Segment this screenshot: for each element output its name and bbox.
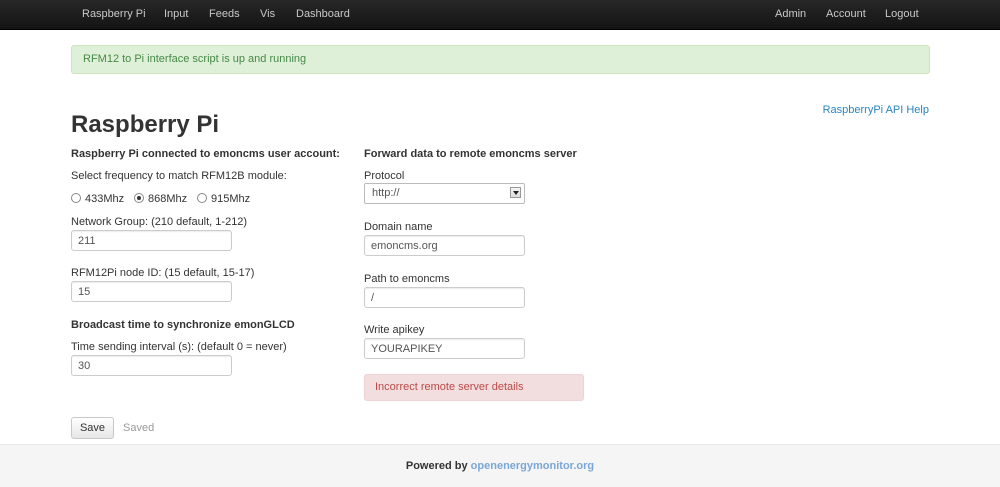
radio-label: 915Mhz: [211, 193, 251, 205]
radio-915mhz[interactable]: 915Mhz: [197, 193, 250, 205]
radio-button-checked[interactable]: [134, 193, 144, 204]
domain-label: Domain name: [364, 221, 433, 233]
apikey-label: Write apikey: [364, 324, 425, 336]
nav-input[interactable]: Input: [164, 0, 188, 29]
radio-label: 868Mhz: [148, 193, 188, 205]
chevron-down-icon[interactable]: [510, 187, 521, 198]
broadcast-section-title: Broadcast time to synchronize emonGLCD: [71, 319, 295, 331]
network-group-label: Network Group: (210 default, 1-212): [71, 216, 248, 228]
node-id-input[interactable]: [71, 281, 232, 302]
apikey-input[interactable]: [364, 338, 525, 359]
nav-feeds[interactable]: Feeds: [209, 0, 240, 29]
radio-button[interactable]: [197, 193, 207, 204]
nav-vis[interactable]: Vis: [260, 0, 275, 29]
interval-label: Time sending interval (s): (default 0 = …: [71, 341, 287, 353]
top-navbar: Raspberry Pi Input Feeds Vis Dashboard A…: [0, 0, 1000, 30]
protocol-selected-value: http://: [372, 187, 400, 199]
page-title: Raspberry Pi: [71, 111, 220, 138]
radio-433mhz[interactable]: 433Mhz: [71, 193, 124, 205]
nav-dashboard[interactable]: Dashboard: [296, 0, 350, 29]
path-input[interactable]: [364, 287, 525, 308]
footer-link[interactable]: openenergymonitor.org: [471, 460, 594, 472]
radio-868mhz[interactable]: 868Mhz: [134, 193, 187, 205]
api-help-link[interactable]: RaspberryPi API Help: [823, 104, 929, 116]
nav-raspberry-pi[interactable]: Raspberry Pi: [82, 0, 146, 29]
footer-prefix: Powered by: [405, 460, 468, 472]
interval-input[interactable]: [71, 355, 232, 376]
footer: Powered by openenergymonitor.org: [0, 444, 1000, 487]
protocol-label: Protocol: [364, 170, 405, 182]
nav-admin[interactable]: Admin: [775, 0, 806, 29]
nav-logout[interactable]: Logout: [885, 0, 919, 29]
server-error-alert: Incorrect remote server details: [364, 374, 584, 401]
protocol-select[interactable]: http://: [364, 183, 525, 204]
frequency-label: Select frequency to match RFM12B module:: [71, 170, 287, 182]
radio-button[interactable]: [71, 193, 81, 204]
status-alert: RFM12 to Pi interface script is up and r…: [71, 45, 930, 74]
forward-section-title: Forward data to remote emoncms server: [364, 148, 577, 160]
rfm-section-title: Raspberry Pi connected to emoncms user a…: [71, 148, 340, 160]
saved-status: Saved: [123, 422, 155, 434]
save-button[interactable]: Save: [71, 417, 114, 439]
domain-input[interactable]: [364, 235, 525, 256]
nav-account[interactable]: Account: [826, 0, 866, 29]
radio-label: 433Mhz: [85, 193, 125, 205]
node-id-label: RFM12Pi node ID: (15 default, 15-17): [71, 267, 255, 279]
path-label: Path to emoncms: [364, 273, 450, 285]
network-group-input[interactable]: [71, 230, 232, 251]
